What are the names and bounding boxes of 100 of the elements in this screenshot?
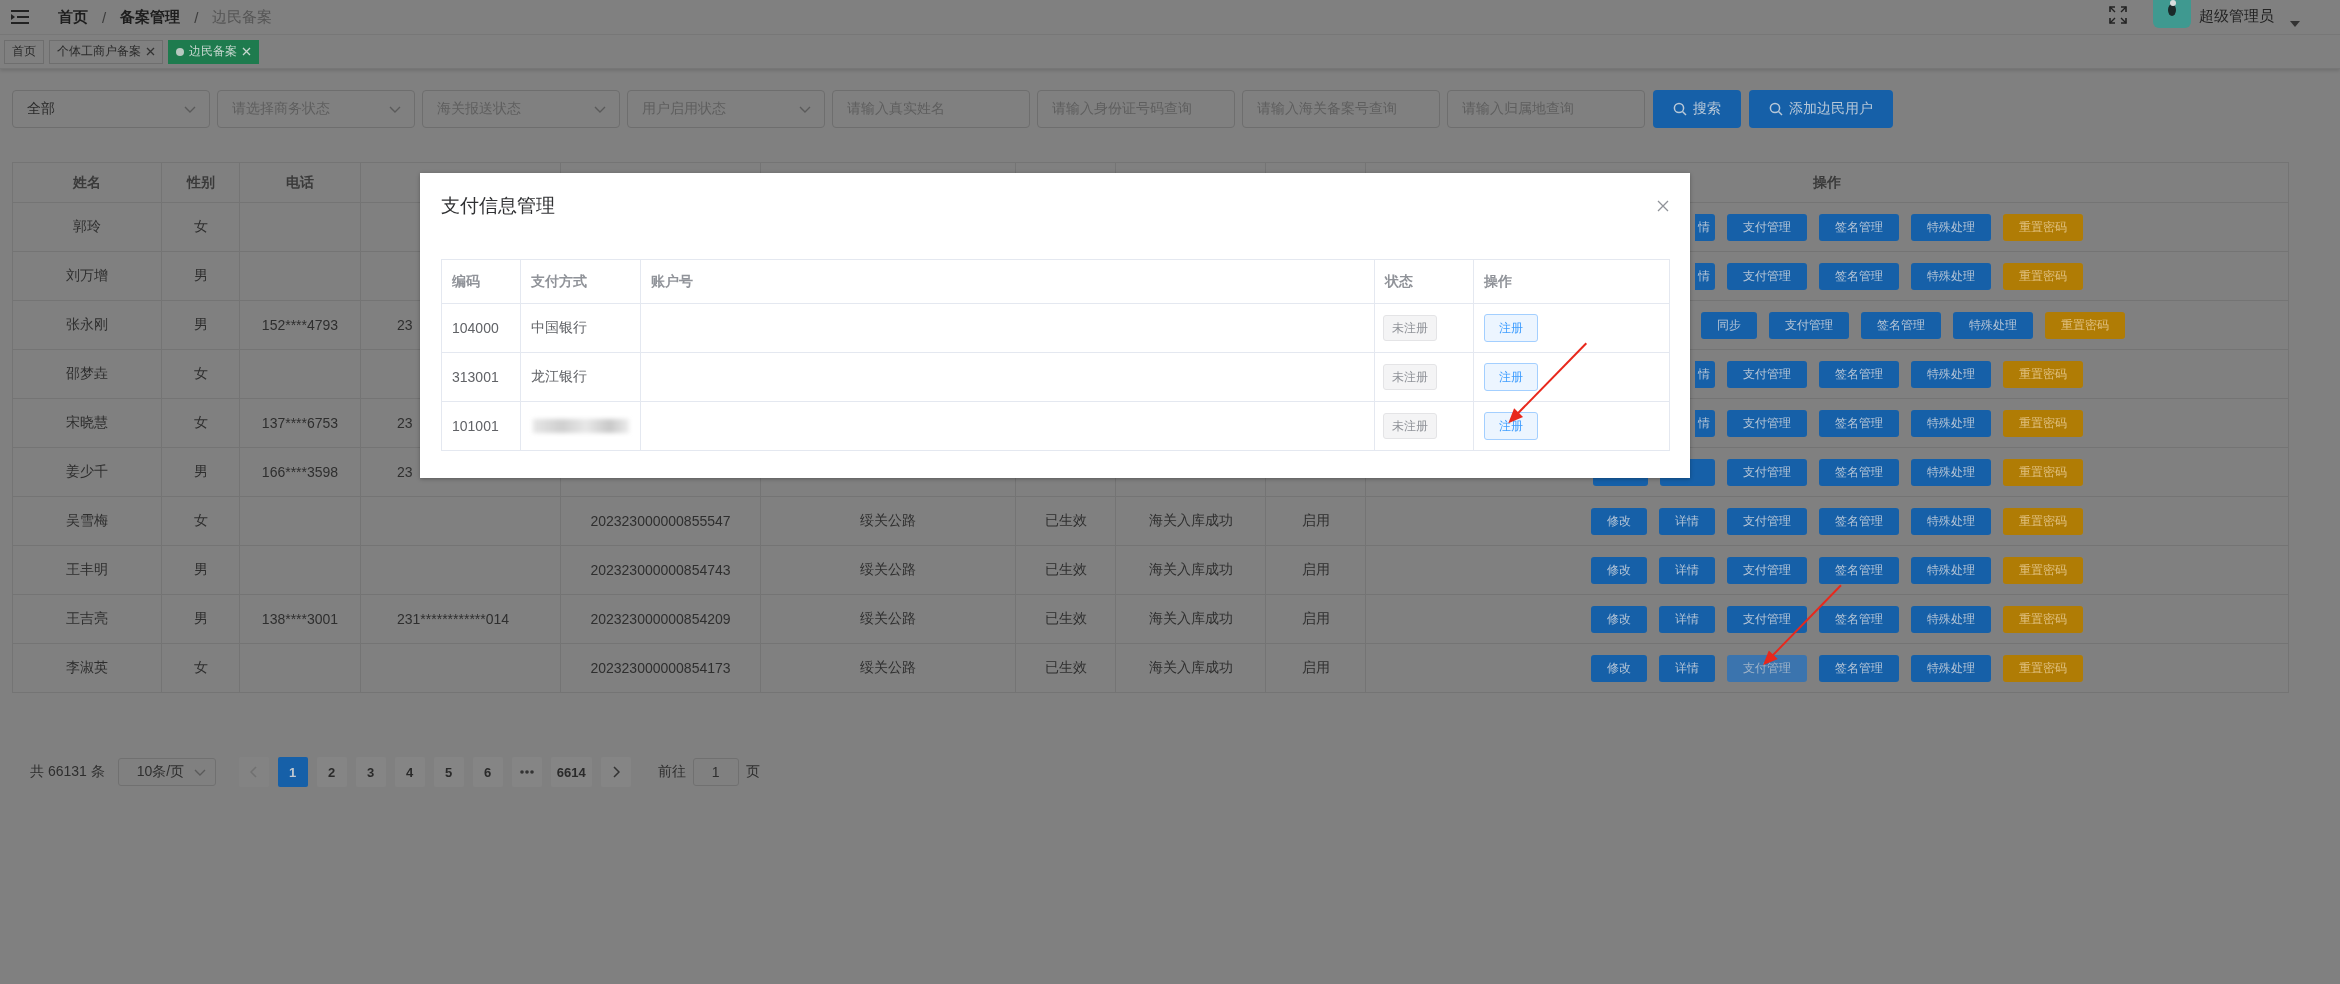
table-cell: 刘万增 bbox=[12, 251, 162, 301]
row-action-button[interactable]: 签名管理 bbox=[1861, 311, 1941, 339]
row-action-button[interactable]: 重置密码 bbox=[2003, 654, 2083, 682]
row-action-button[interactable]: 详情 bbox=[1659, 605, 1715, 633]
row-action-button[interactable]: 特殊处理 bbox=[1911, 605, 1991, 633]
row-action-button[interactable]: 重置密码 bbox=[2003, 262, 2083, 290]
row-action-button[interactable]: 签名管理 bbox=[1819, 507, 1899, 535]
table-cell: 宋晓慧 bbox=[12, 398, 162, 448]
row-action-button[interactable]: 情 bbox=[1695, 262, 1715, 290]
row-action-button[interactable]: 签名管理 bbox=[1819, 409, 1899, 437]
row-action-button[interactable]: 签名管理 bbox=[1819, 556, 1899, 584]
row-action-button[interactable]: 签名管理 bbox=[1819, 262, 1899, 290]
table-cell: 姜少千 bbox=[12, 447, 162, 497]
column-header: 编码 bbox=[441, 259, 521, 304]
column-header: 性别 bbox=[161, 162, 240, 203]
row-action-button[interactable]: 支付管理 bbox=[1727, 458, 1807, 486]
row-action-button[interactable]: 重置密码 bbox=[2003, 213, 2083, 241]
row-action-button[interactable]: 特殊处理 bbox=[1911, 409, 1991, 437]
table-cell: 女 bbox=[161, 398, 240, 448]
row-action-button[interactable]: 特殊处理 bbox=[1911, 654, 1991, 682]
page-number-field[interactable]: 1 bbox=[692, 758, 739, 786]
page-button[interactable]: 3 bbox=[355, 757, 386, 787]
page-button[interactable]: 2 bbox=[316, 757, 347, 787]
table-cell: 启用 bbox=[1265, 545, 1366, 595]
row-action-button[interactable]: 修改 bbox=[1591, 507, 1647, 535]
row-action-button[interactable]: 支付管理 bbox=[1727, 654, 1807, 682]
row-action-button[interactable]: 重置密码 bbox=[2003, 360, 2083, 388]
table-cell: 女 bbox=[161, 496, 240, 546]
breadcrumb-item[interactable]: 首页 bbox=[58, 7, 88, 27]
row-action-button[interactable]: 特殊处理 bbox=[1911, 556, 1991, 584]
register-button[interactable]: 注册 bbox=[1484, 363, 1538, 391]
page-size-select[interactable]: 10条/页 bbox=[117, 758, 216, 786]
page-button[interactable]: 6614 bbox=[550, 757, 592, 787]
table-cell: 海关入库成功 bbox=[1115, 545, 1266, 595]
row-action-button[interactable]: 特殊处理 bbox=[1953, 311, 2033, 339]
row-action-button[interactable]: 修改 bbox=[1591, 654, 1647, 682]
row-action-button[interactable]: 重置密码 bbox=[2003, 605, 2083, 633]
table-cell: 王丰明 bbox=[12, 545, 162, 595]
page-suffix: 页 bbox=[745, 763, 760, 781]
row-action-button[interactable]: 同步 bbox=[1701, 311, 1757, 339]
row-action-button[interactable]: 特殊处理 bbox=[1911, 458, 1991, 486]
action-button[interactable]: 添加边民用户 bbox=[1749, 90, 1893, 128]
select-field[interactable]: 全部 bbox=[12, 90, 210, 128]
table-cell: 男 bbox=[161, 594, 240, 644]
row-action-button[interactable]: 重置密码 bbox=[2045, 311, 2125, 339]
table-cell: 已生效 bbox=[1015, 643, 1116, 693]
table-cell: 启用 bbox=[1265, 496, 1366, 546]
row-action-button[interactable]: 特殊处理 bbox=[1911, 360, 1991, 388]
register-button[interactable]: 注册 bbox=[1484, 314, 1538, 342]
page-button[interactable]: 1 bbox=[277, 757, 308, 787]
row-action-button[interactable]: 详情 bbox=[1659, 507, 1715, 535]
page-tab[interactable]: 首页 bbox=[4, 39, 44, 64]
table-cell: 男 bbox=[161, 251, 240, 301]
table-cell: 启用 bbox=[1265, 643, 1366, 693]
row-action-button[interactable]: 支付管理 bbox=[1727, 556, 1807, 584]
action-button[interactable]: 搜索 bbox=[1653, 90, 1741, 128]
row-action-button[interactable]: 签名管理 bbox=[1819, 213, 1899, 241]
row-action-button[interactable]: 支付管理 bbox=[1727, 507, 1807, 535]
register-button[interactable]: 注册 bbox=[1484, 412, 1538, 440]
row-action-button[interactable]: 重置密码 bbox=[2003, 507, 2083, 535]
table-cell: 绥关公路 bbox=[760, 643, 1016, 693]
row-action-button[interactable]: 签名管理 bbox=[1819, 654, 1899, 682]
row-action-button[interactable]: 签名管理 bbox=[1819, 360, 1899, 388]
row-action-button[interactable]: 重置密码 bbox=[2003, 556, 2083, 584]
row-action-button[interactable]: 情 bbox=[1695, 409, 1715, 437]
page-button[interactable]: 6 bbox=[472, 757, 503, 787]
breadcrumb-item[interactable]: 备案管理 bbox=[120, 7, 181, 27]
row-action-button[interactable]: 特殊处理 bbox=[1911, 262, 1991, 290]
table-cell: 138****3001 bbox=[239, 594, 361, 644]
table-cell: 郭玲 bbox=[12, 202, 162, 252]
row-action-button[interactable]: 重置密码 bbox=[2003, 409, 2083, 437]
table-cell: 104000 bbox=[441, 303, 521, 353]
page-tab[interactable]: 边民备案 bbox=[168, 39, 259, 64]
table-cell: 张永刚 bbox=[12, 300, 162, 350]
row-action-button[interactable]: 重置密码 bbox=[2003, 458, 2083, 486]
row-action-button[interactable]: 情 bbox=[1695, 213, 1715, 241]
row-action-button[interactable]: 支付管理 bbox=[1727, 360, 1807, 388]
row-action-button[interactable]: 签名管理 bbox=[1819, 458, 1899, 486]
row-action-button[interactable]: 签名管理 bbox=[1819, 605, 1899, 633]
table-cell: 海关入库成功 bbox=[1115, 643, 1266, 693]
table-cell: 已生效 bbox=[1015, 594, 1116, 644]
goto-label: 前往 bbox=[657, 763, 686, 781]
row-action-button[interactable]: 支付管理 bbox=[1727, 605, 1807, 633]
row-action-button[interactable]: 详情 bbox=[1659, 654, 1715, 682]
row-action-button[interactable]: 特殊处理 bbox=[1911, 507, 1991, 535]
row-action-button[interactable]: 修改 bbox=[1591, 556, 1647, 584]
row-action-button[interactable]: 支付管理 bbox=[1727, 262, 1807, 290]
row-action-button[interactable]: 支付管理 bbox=[1769, 311, 1849, 339]
row-action-button[interactable]: 支付管理 bbox=[1727, 213, 1807, 241]
row-action-button[interactable]: 详情 bbox=[1659, 556, 1715, 584]
row-action-button[interactable]: 情 bbox=[1695, 360, 1715, 388]
user-name[interactable]: 超级管理员 bbox=[2199, 6, 2274, 26]
page-button[interactable]: 4 bbox=[394, 757, 425, 787]
row-action-button[interactable]: 支付管理 bbox=[1727, 409, 1807, 437]
row-action-button[interactable]: 修改 bbox=[1591, 605, 1647, 633]
table-cell: 女 bbox=[161, 643, 240, 693]
row-action-button[interactable]: 特殊处理 bbox=[1911, 213, 1991, 241]
table-cell: 231************014 bbox=[360, 594, 561, 644]
page-tab[interactable]: 个体工商户备案 bbox=[49, 39, 163, 64]
page-button[interactable]: 5 bbox=[433, 757, 464, 787]
